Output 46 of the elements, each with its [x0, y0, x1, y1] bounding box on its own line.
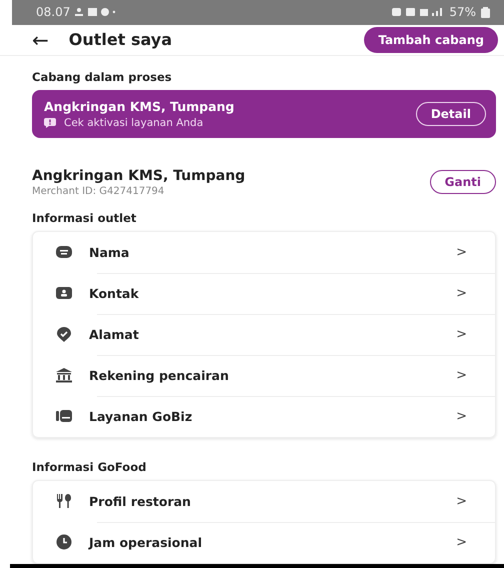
section-heading: Informasi GoFood: [32, 460, 148, 474]
chevron: >: [456, 244, 467, 260]
section-heading: Cabang dalam proses: [32, 70, 173, 84]
chevron: >: [456, 326, 467, 342]
menu-item[interactable]: Layanan GoBiz >: [33, 396, 495, 437]
menu-item-label: Nama: [89, 244, 130, 260]
chevron: >: [456, 534, 467, 550]
chevron: >: [456, 408, 467, 424]
menu-item-label: Layanan GoBiz: [89, 408, 194, 424]
change-button[interactable]: Ganti: [430, 170, 496, 194]
merchant-name: Angkringan KMS, Tumpang: [32, 168, 246, 184]
menu-item[interactable]: Jam operasional >: [33, 522, 495, 563]
back-button[interactable]: ←: [32, 28, 49, 52]
menu-item[interactable]: Nama >: [33, 232, 495, 273]
activation-message: Cek aktivasi layanan Anda: [64, 116, 204, 129]
menu-item[interactable]: Rekening pencairan >: [33, 354, 495, 396]
contact-card-icon: [55, 285, 73, 302]
status-time: 08.07: [36, 5, 70, 20]
chevron: >: [456, 286, 467, 301]
menu-item-label: Profil restoran: [89, 494, 192, 509]
clock-icon: [55, 534, 73, 550]
message-icon: [55, 244, 73, 260]
battery-percent: 57%: [449, 5, 476, 20]
section-heading: Informasi outlet: [32, 210, 138, 225]
menu-item-label: Jam operasional: [89, 534, 204, 550]
detail-button[interactable]: Detail: [416, 102, 486, 126]
menu-item-label: Kontak: [89, 286, 140, 301]
menu-item[interactable]: Kontak >: [33, 272, 495, 314]
store-icon: [55, 408, 73, 424]
bank-icon: [55, 367, 73, 384]
merchant-id: Merchant ID: G427417794: [32, 186, 166, 197]
menu-item[interactable]: Alamat >: [33, 314, 495, 355]
cutlery-icon: [55, 493, 73, 510]
menu-item-label: Alamat: [89, 326, 140, 342]
chevron: >: [456, 494, 467, 509]
location-pin-icon: [55, 326, 73, 342]
notification-icons: [75, 7, 118, 18]
chevron: >: [456, 368, 467, 383]
signal-icons: [392, 7, 444, 18]
battery-icon: [481, 6, 490, 18]
page-title: Outlet saya: [68, 30, 174, 50]
add-branch-button[interactable]: Tambah cabang: [364, 26, 498, 53]
menu-item[interactable]: Profil restoran >: [33, 480, 495, 522]
branch-name: Angkringan KMS, Tumpang: [44, 98, 236, 114]
menu-item-label: Rekening pencairan: [89, 368, 230, 383]
alert-bubble-icon: [44, 118, 56, 128]
